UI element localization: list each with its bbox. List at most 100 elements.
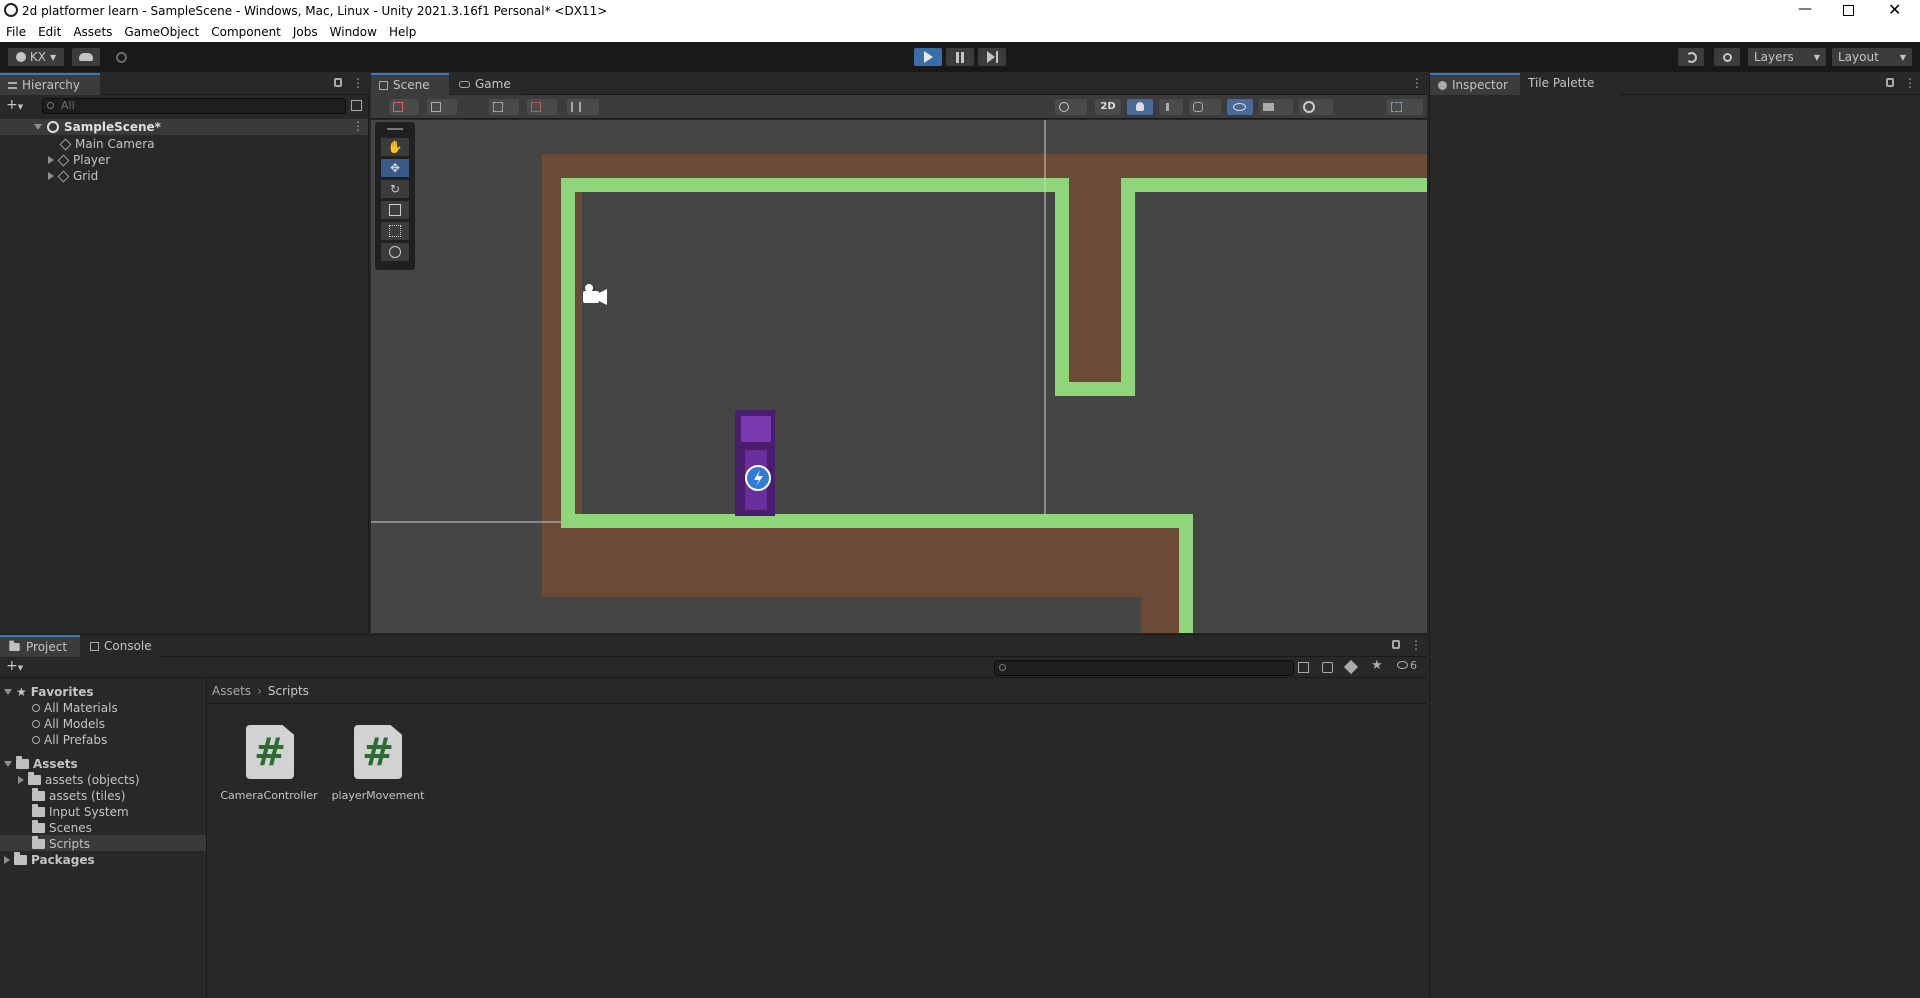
menu-help[interactable]: Help <box>389 25 416 39</box>
favorite-all-models[interactable]: All Models <box>32 716 105 732</box>
toggle-2d-button[interactable]: 2D <box>1095 99 1121 115</box>
favorite-all-materials[interactable]: All Materials <box>32 700 118 716</box>
gameobject-icon <box>59 138 72 150</box>
grid-visibility-dropdown[interactable] <box>527 99 557 115</box>
csharp-script-icon[interactable]: # <box>354 725 402 779</box>
favorite-all-prefabs[interactable]: All Prefabs <box>32 732 107 748</box>
folder-scenes[interactable]: Scenes <box>32 820 92 836</box>
grid-snap-dropdown[interactable] <box>489 99 519 115</box>
expand-arrow-icon[interactable] <box>4 689 12 695</box>
menu-window[interactable]: Window <box>330 25 377 39</box>
scene-canvas[interactable]: ✋ ✥ ↻ <box>371 120 1427 633</box>
tab-hierarchy[interactable]: Hierarchy <box>0 73 100 95</box>
folder-label: Scripts <box>49 837 91 851</box>
folder-input-system[interactable]: Input System <box>32 804 129 820</box>
render-mode-dropdown[interactable] <box>427 99 457 115</box>
hierarchy-item-main-camera[interactable]: Main Camera <box>59 136 155 152</box>
search-by-type-icon[interactable] <box>1298 662 1309 673</box>
favorites-header[interactable]: ★ Favorites <box>4 684 93 700</box>
project-add-button[interactable]: +▼ <box>6 658 23 674</box>
item-label: Main Camera <box>75 137 155 151</box>
hierarchy-item-player[interactable]: Player <box>48 152 110 168</box>
pause-button[interactable] <box>946 48 974 66</box>
scale-tool-icon[interactable] <box>381 201 409 219</box>
transform-tool-icon[interactable] <box>381 243 409 261</box>
layout-dropdown[interactable]: Layout ▼ <box>1832 48 1912 66</box>
rect-tool-icon[interactable] <box>381 222 409 240</box>
hidden-objects-toggle[interactable] <box>1227 99 1253 115</box>
tab-scene[interactable]: Scene <box>371 73 449 95</box>
favorite-star-icon[interactable]: ★ <box>1371 658 1383 673</box>
asset-label-player-movement[interactable]: playerMovement <box>323 789 433 802</box>
expand-arrow-icon[interactable] <box>48 172 54 180</box>
folder-scripts[interactable]: Scripts <box>32 836 90 852</box>
shading-dropdown[interactable] <box>1055 99 1087 115</box>
menu-file[interactable]: File <box>6 25 26 39</box>
tag-icon[interactable] <box>1343 659 1359 675</box>
restore-icon[interactable] <box>1843 5 1854 16</box>
more-menu-icon[interactable]: ⋮ <box>1410 638 1422 652</box>
more-menu-icon[interactable]: ⋮ <box>1904 76 1916 90</box>
hierarchy-add-button[interactable]: +▼ <box>6 97 23 113</box>
expand-arrow-icon[interactable] <box>34 124 42 130</box>
close-icon[interactable]: ✕ <box>1888 0 1901 19</box>
move-tool-icon[interactable]: ✥ <box>381 159 409 177</box>
history-button[interactable] <box>1678 48 1704 66</box>
more-menu-icon[interactable]: ⋮ <box>352 76 364 90</box>
menu-gameobject[interactable]: GameObject <box>124 25 199 39</box>
menu-edit[interactable]: Edit <box>38 25 61 39</box>
hidden-packages-toggle[interactable]: 6 <box>1397 659 1417 672</box>
hand-tool-icon[interactable]: ✋ <box>381 138 409 156</box>
collab-button[interactable] <box>108 48 134 66</box>
menu-jobs[interactable]: Jobs <box>293 25 318 39</box>
tab-project[interactable]: Project <box>0 635 80 657</box>
packages-root[interactable]: Packages <box>4 852 95 868</box>
scene-visibility-icon[interactable] <box>351 100 362 111</box>
folder-assets-tiles[interactable]: assets (tiles) <box>32 788 125 804</box>
expand-arrow-icon[interactable] <box>4 856 10 864</box>
increment-snap-dropdown[interactable] <box>567 99 599 115</box>
palette-handle[interactable] <box>387 128 403 130</box>
cloud-button[interactable] <box>72 48 100 66</box>
assets-root[interactable]: Assets <box>4 756 78 772</box>
menu-component[interactable]: Component <box>211 25 281 39</box>
breadcrumb-assets[interactable]: Assets <box>212 684 251 698</box>
expand-arrow-icon[interactable] <box>4 761 12 767</box>
hierarchy-search-input[interactable]: All <box>42 98 346 114</box>
play-button[interactable] <box>914 48 942 66</box>
folder-assets-objects[interactable]: assets (objects) <box>18 772 140 788</box>
player-sprite[interactable] <box>735 410 775 516</box>
rotate-tool-icon[interactable]: ↻ <box>381 180 409 198</box>
tab-game[interactable]: Game <box>451 73 521 95</box>
project-search-input[interactable] <box>994 660 1294 676</box>
scene-more-icon[interactable]: ⋮ <box>352 119 364 133</box>
csharp-script-icon[interactable]: # <box>246 725 294 779</box>
step-button[interactable] <box>978 48 1006 66</box>
minimize-icon[interactable]: — <box>1798 2 1812 18</box>
asset-label-camera-controller[interactable]: CameraController <box>214 789 324 802</box>
overlay-dropdown[interactable] <box>1387 99 1423 115</box>
more-menu-icon[interactable]: ⋮ <box>1411 76 1423 90</box>
expand-arrow-icon[interactable] <box>48 156 54 164</box>
search-by-label-icon[interactable] <box>1322 662 1333 673</box>
hierarchy-item-grid[interactable]: Grid <box>48 168 98 184</box>
lock-icon[interactable] <box>1392 640 1400 649</box>
lock-icon[interactable] <box>1886 78 1894 87</box>
menu-assets[interactable]: Assets <box>73 25 112 39</box>
draw-mode-dropdown[interactable] <box>389 99 419 115</box>
gizmos-dropdown[interactable] <box>1299 99 1333 115</box>
lock-icon[interactable] <box>334 78 342 87</box>
tab-console[interactable]: Console <box>82 635 162 657</box>
tab-inspector[interactable]: Inspector <box>1430 73 1520 95</box>
expand-arrow-icon[interactable] <box>18 776 24 784</box>
audio-toggle[interactable] <box>1159 99 1183 115</box>
layers-dropdown[interactable]: Layers ▼ <box>1748 48 1826 66</box>
tab-tile-palette[interactable]: Tile Palette <box>1520 73 1620 95</box>
camera-settings-dropdown[interactable] <box>1259 99 1293 115</box>
lighting-toggle[interactable] <box>1127 99 1153 115</box>
account-button[interactable]: KX ▼ <box>8 48 64 66</box>
search-button[interactable] <box>1714 48 1740 66</box>
scene-row[interactable]: SampleScene* ⋮ <box>0 119 368 135</box>
effects-dropdown[interactable] <box>1189 99 1221 115</box>
breadcrumb-scripts[interactable]: Scripts <box>268 684 309 698</box>
